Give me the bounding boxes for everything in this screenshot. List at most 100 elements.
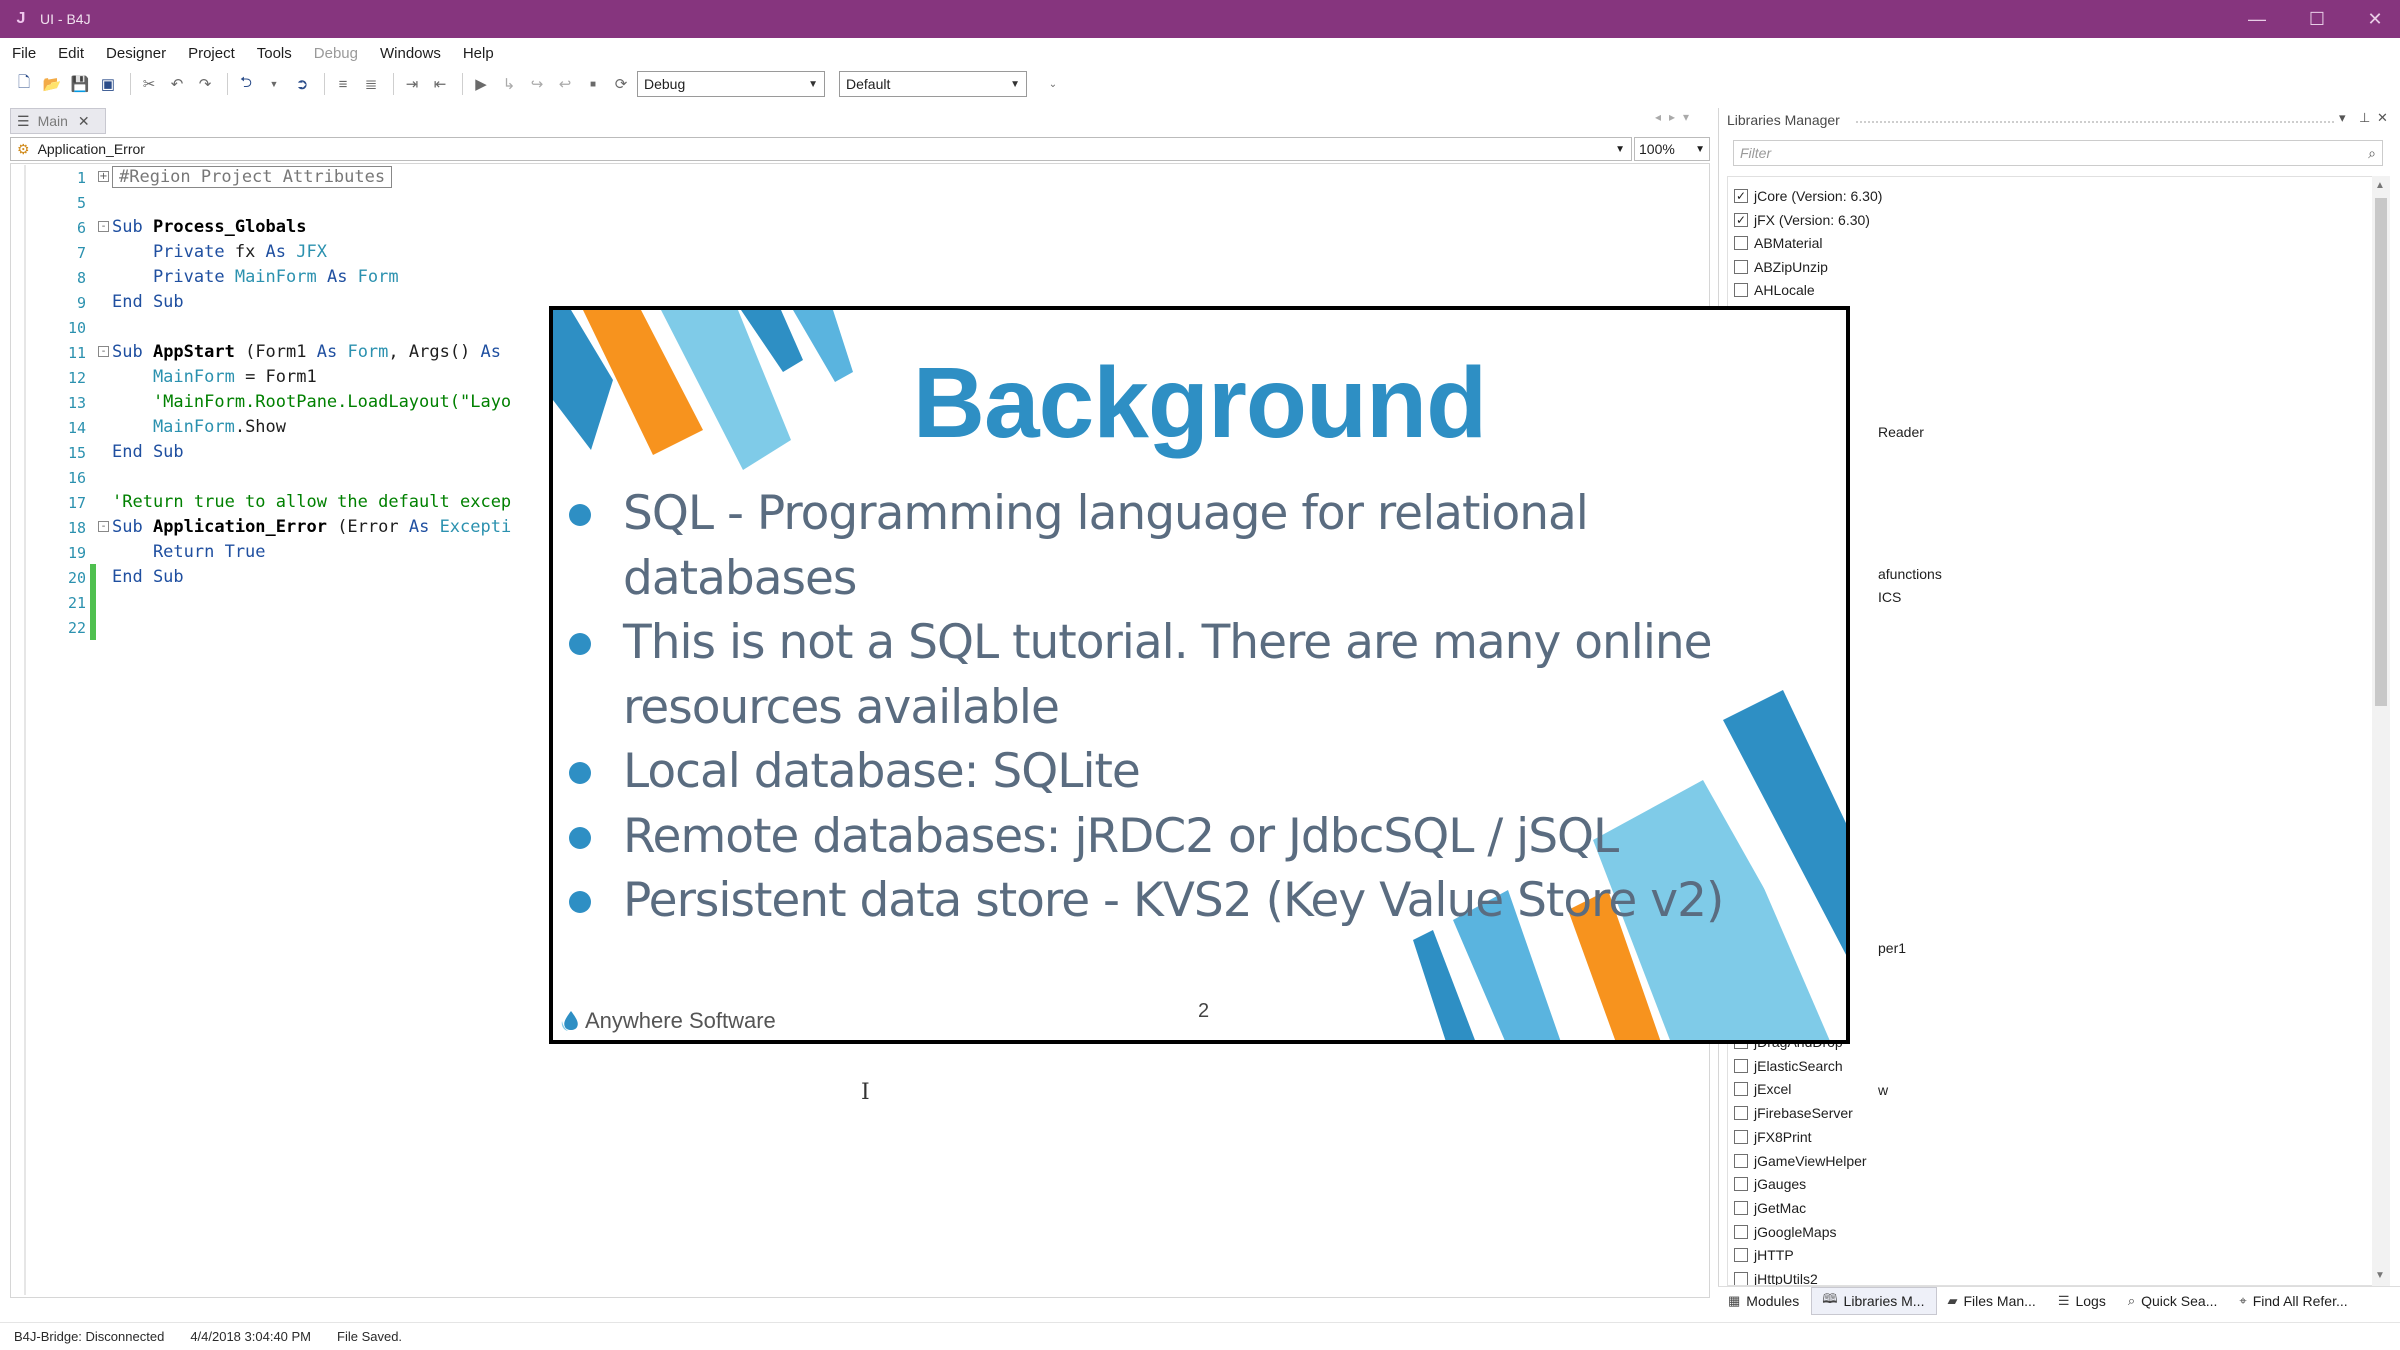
code-line[interactable]: 6 - Sub Process_Globals: [30, 217, 1030, 242]
close-button[interactable]: ✕: [2346, 0, 2400, 38]
menu-designer[interactable]: Designer: [94, 45, 176, 62]
filter-input[interactable]: Filter ⌕: [1733, 140, 2383, 166]
library-item[interactable]: jGameViewHelper: [1734, 1150, 1867, 1172]
library-item[interactable]: ABZipUnzip: [1734, 256, 1828, 278]
search-icon[interactable]: ⌕: [2368, 145, 2376, 162]
step-out-icon[interactable]: ↩: [553, 72, 577, 96]
zoom-select[interactable]: 100% ▼: [1634, 137, 1710, 161]
collapse-icon[interactable]: -: [98, 346, 109, 357]
menu-tools[interactable]: Tools: [245, 45, 302, 62]
uncomment-icon[interactable]: ≣: [359, 72, 383, 96]
build-config-value: Debug: [644, 76, 686, 92]
code-token: Sub: [112, 342, 153, 362]
collapse-icon[interactable]: -: [98, 221, 109, 232]
panel-tab[interactable]: 🕮 Libraries M...: [1811, 1286, 1938, 1315]
library-item[interactable]: ✓ jFX (Version: 6.30): [1734, 209, 1870, 231]
sub-selector[interactable]: ⚙ Application_Error ▼: [10, 137, 1632, 161]
navigate-forward-icon[interactable]: ➲: [290, 72, 314, 96]
library-checkbox[interactable]: [1734, 1082, 1748, 1097]
pin-icon[interactable]: ⊥: [2359, 110, 2370, 126]
save-icon[interactable]: 💾: [68, 72, 92, 96]
slide-bullet-text: SQL - Programming language for relationa…: [623, 486, 1589, 541]
library-item[interactable]: jHTTP: [1734, 1244, 1794, 1266]
panel-tab[interactable]: ☰ Logs: [2048, 1287, 2118, 1315]
library-checkbox[interactable]: ✓: [1734, 212, 1748, 227]
open-file-icon[interactable]: 📂: [40, 72, 64, 96]
tab-scroll-arrows[interactable]: ◂▸▾: [1655, 110, 1697, 124]
library-checkbox[interactable]: ✓: [1734, 189, 1748, 203]
library-list-scrollbar[interactable]: ▲ ▼: [2372, 176, 2390, 1286]
library-item[interactable]: jGetMac: [1734, 1197, 1806, 1219]
step-in-icon[interactable]: ↳: [497, 72, 521, 96]
library-item[interactable]: AHLocale: [1734, 279, 1815, 301]
menu-windows[interactable]: Windows: [368, 45, 451, 62]
library-item[interactable]: jElasticSearch: [1734, 1055, 1843, 1077]
library-checkbox[interactable]: [1734, 236, 1748, 251]
menu-edit[interactable]: Edit: [46, 45, 94, 62]
close-icon[interactable]: ✕: [2377, 110, 2388, 126]
indent-icon[interactable]: ⇥: [400, 72, 424, 96]
library-checkbox[interactable]: [1734, 1177, 1748, 1192]
library-checkbox[interactable]: [1734, 283, 1748, 298]
target-select[interactable]: Default ▼: [839, 71, 1027, 97]
comment-icon[interactable]: ≡: [331, 72, 355, 96]
panel-tab[interactable]: ▰ Files Man...: [1937, 1287, 2047, 1315]
library-item[interactable]: jGoogleMaps: [1734, 1221, 1837, 1243]
step-over-icon[interactable]: ↪: [525, 72, 549, 96]
restart-icon[interactable]: ⟳: [609, 72, 633, 96]
library-item[interactable]: ABMaterial: [1734, 232, 1822, 254]
build-config-select[interactable]: Debug ▼: [637, 71, 825, 97]
scroll-up-icon[interactable]: ▲: [2375, 180, 2385, 191]
stop-icon[interactable]: ■: [581, 72, 605, 96]
dropdown-icon[interactable]: ▼: [262, 72, 286, 96]
panel-dropdown-icon[interactable]: ▾: [2339, 110, 2346, 126]
navigate-back-icon[interactable]: ⮌: [234, 72, 258, 96]
library-checkbox[interactable]: [1734, 1106, 1748, 1121]
maximize-button[interactable]: ☐: [2288, 0, 2346, 38]
library-item[interactable]: jGauges: [1734, 1173, 1806, 1195]
line-number: 15: [67, 444, 86, 462]
menu-help[interactable]: Help: [451, 45, 504, 62]
toolbar-overflow-icon[interactable]: ⌄: [1041, 72, 1065, 96]
expand-icon[interactable]: +: [98, 171, 109, 182]
outdent-icon[interactable]: ⇤: [428, 72, 452, 96]
save-all-icon[interactable]: ▣: [96, 72, 120, 96]
cut-icon[interactable]: ✂: [137, 72, 161, 96]
scroll-down-icon[interactable]: ▼: [2375, 1270, 2385, 1281]
panel-tab[interactable]: ⌕ Quick Sea...: [2118, 1287, 2230, 1315]
library-item[interactable]: jExcel: [1734, 1078, 1791, 1100]
run-icon[interactable]: ▶: [469, 72, 493, 96]
library-checkbox[interactable]: [1734, 1129, 1748, 1144]
library-checkbox[interactable]: [1734, 1153, 1748, 1168]
close-icon[interactable]: ✕: [78, 113, 90, 130]
new-file-icon[interactable]: 🗋: [12, 72, 36, 96]
library-checkbox[interactable]: [1734, 1200, 1748, 1215]
menu-file[interactable]: File: [0, 45, 46, 62]
code-token: As: [480, 342, 502, 362]
code-line[interactable]: 7 Private fx As JFX: [30, 242, 1030, 267]
minimize-button[interactable]: —: [2228, 0, 2286, 38]
redo-icon[interactable]: ↷: [193, 72, 217, 96]
undo-icon[interactable]: ↶: [165, 72, 189, 96]
menu-debug[interactable]: Debug: [302, 45, 368, 62]
panel-drag-grip[interactable]: [1855, 120, 2335, 124]
code-line[interactable]: 8 Private MainForm As Form: [30, 267, 1030, 292]
panel-tab[interactable]: ⌖ Find All Refer...: [2229, 1287, 2359, 1315]
library-item[interactable]: jFirebaseServer: [1734, 1102, 1853, 1124]
library-checkbox[interactable]: [1734, 1058, 1748, 1073]
menu-project[interactable]: Project: [176, 45, 245, 62]
library-checkbox[interactable]: [1734, 1248, 1748, 1263]
library-item[interactable]: jFX8Print: [1734, 1126, 1812, 1148]
library-checkbox[interactable]: [1734, 1224, 1748, 1239]
code-line[interactable]: 5: [30, 192, 1030, 217]
library-item[interactable]: ✓ jCore (Version: 6.30): [1734, 185, 1882, 207]
panel-tabs: ▦ Modules 🕮 Libraries M... ▰ Files Man... ☰ Log…: [1718, 1286, 2400, 1315]
tab-main[interactable]: ☰ Main ✕: [10, 108, 106, 134]
code-line[interactable]: 1 + #Region Project Attributes: [30, 166, 1030, 192]
panel-tab[interactable]: ▦ Modules: [1718, 1287, 1811, 1315]
collapse-icon[interactable]: -: [98, 521, 109, 532]
scrollbar-thumb[interactable]: [2375, 198, 2387, 706]
library-item[interactable]: jHttpUtils2: [1734, 1268, 1818, 1285]
library-checkbox[interactable]: [1734, 1272, 1748, 1285]
library-checkbox[interactable]: [1734, 259, 1748, 274]
